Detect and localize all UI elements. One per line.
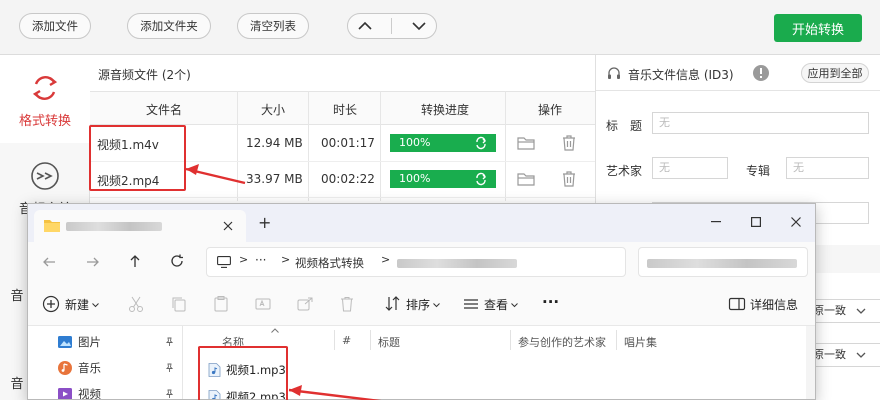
annotation-arrow: [288, 388, 382, 400]
annotation-arrowhead: [186, 164, 199, 175]
annotation-arrowhead: [289, 385, 302, 396]
annotation-arrows: [185, 164, 382, 400]
